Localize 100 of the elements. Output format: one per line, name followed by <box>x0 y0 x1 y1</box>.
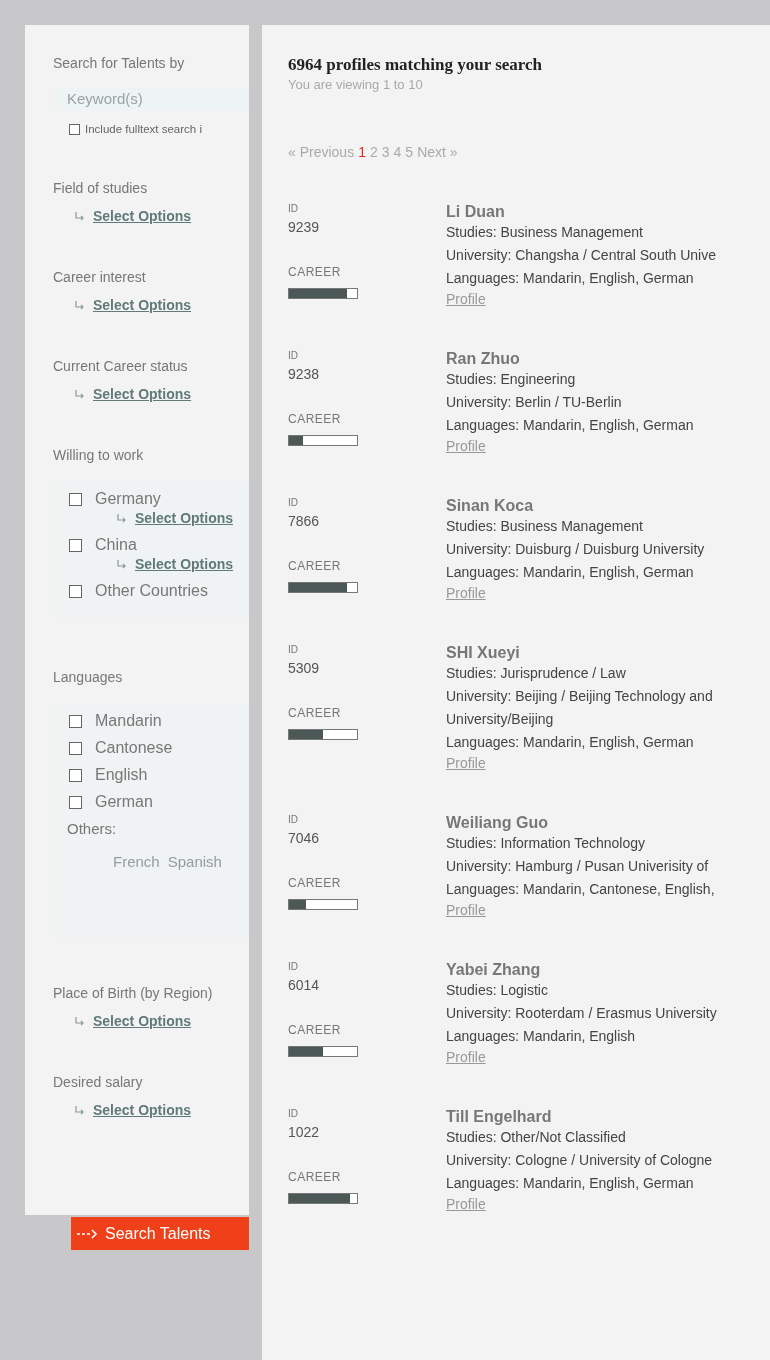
page-link[interactable]: 2 <box>369 144 378 160</box>
profile-detail: Languages: Mandarin, English, German <box>446 1174 695 1193</box>
page-link[interactable]: 5 <box>405 144 414 160</box>
section-label: Desired salary <box>53 1073 144 1091</box>
career-label: CAREER <box>288 1023 342 1037</box>
arrow-icon <box>75 1105 85 1115</box>
select-options-link[interactable]: Select Options <box>93 297 192 313</box>
id-label: ID <box>288 497 299 508</box>
arrow-icon <box>77 1228 99 1239</box>
profile-detail: Studies: Other/Not Classified <box>446 1128 627 1147</box>
checkbox-label: Other Countries <box>95 582 208 600</box>
profile-detail: University: Hamburg / Pusan Univerisity of <box>446 857 710 876</box>
checkbox-label: English <box>95 766 148 784</box>
profile-detail: University: Berlin / TU-Berlin <box>446 393 623 412</box>
profile-detail: Studies: Information Technology <box>446 834 646 853</box>
checkbox[interactable] <box>69 768 82 782</box>
arrow-icon <box>75 1016 85 1026</box>
profile-link[interactable]: Profile <box>446 755 486 771</box>
profile-name: SHI Xueyi <box>446 644 521 662</box>
next-link[interactable]: Next » <box>417 144 458 160</box>
id-label: ID <box>288 961 299 972</box>
profile-id: 6014 <box>288 977 321 993</box>
profile-name: Sinan Koca <box>446 497 535 515</box>
profile-detail: University/Beijing <box>446 710 555 729</box>
profile-detail: Studies: Logistic <box>446 981 549 1000</box>
checkbox[interactable] <box>69 123 80 135</box>
profile-detail: Studies: Business Management <box>446 223 644 242</box>
career-label: CAREER <box>288 559 342 573</box>
section-label: Field of studies <box>53 179 149 197</box>
profile-link[interactable]: Profile <box>446 585 486 601</box>
id-label: ID <box>288 350 299 361</box>
select-options-link[interactable]: Select Options <box>135 510 234 526</box>
page-link[interactable]: 1 <box>358 144 366 160</box>
profile-link[interactable]: Profile <box>446 1049 486 1065</box>
others-label: Others: <box>67 820 118 837</box>
id-label: ID <box>288 203 299 214</box>
profile-name: Li Duan <box>446 203 506 221</box>
id-label: ID <box>288 644 299 655</box>
page-link[interactable]: 4 <box>393 144 402 160</box>
search-talents-button[interactable]: Search Talents <box>71 1217 249 1250</box>
results-title: 6964 profiles matching your search <box>288 55 544 75</box>
results-count: You are viewing 1 to 10 <box>288 77 424 92</box>
arrow-icon <box>117 559 127 569</box>
profile-detail: Studies: Engineering <box>446 370 577 389</box>
previous-link[interactable]: « Previous <box>288 144 355 160</box>
profile-detail: Studies: Business Management <box>446 517 644 536</box>
checkbox[interactable] <box>69 584 82 598</box>
profile-id: 5309 <box>288 660 321 676</box>
arrow-icon <box>117 513 127 523</box>
select-options-link[interactable]: Select Options <box>93 208 192 224</box>
keyword-field[interactable]: Keyword(s) <box>53 87 249 110</box>
profile-name: Ran Zhuo <box>446 350 521 368</box>
profile-name: Till Engelhard <box>446 1108 553 1126</box>
arrow-icon <box>75 389 85 399</box>
checkbox[interactable] <box>69 492 82 506</box>
profile-name: Yabei Zhang <box>446 961 542 979</box>
checkbox[interactable] <box>69 538 82 552</box>
checkbox-label: Mandarin <box>95 712 162 730</box>
select-options-link[interactable]: Select Options <box>93 1102 192 1118</box>
language-option[interactable]: Spanish <box>167 853 222 870</box>
select-options-link[interactable]: Select Options <box>93 1013 192 1029</box>
career-label: CAREER <box>288 265 342 279</box>
profile-detail: Languages: Mandarin, English <box>446 1027 637 1046</box>
profile-detail: Studies: Jurisprudence / Law <box>446 664 627 683</box>
section-label: Languages <box>53 668 124 686</box>
section-label: Search for Talents by <box>53 54 186 72</box>
profile-detail: University: Beijing / Beijing Technology and <box>446 687 714 706</box>
arrow-icon <box>75 300 85 310</box>
select-options-link[interactable]: Select Options <box>93 386 192 402</box>
profile-detail: Languages: Mandarin, English, German <box>446 416 695 435</box>
checkbox-label: Cantonese <box>95 739 173 757</box>
profile-link[interactable]: Profile <box>446 1196 486 1212</box>
checkbox[interactable] <box>69 741 82 755</box>
career-label: CAREER <box>288 876 342 890</box>
section-label: Career interest <box>53 268 147 286</box>
profile-detail: Languages: Mandarin, Cantonese, English, <box>446 880 716 899</box>
career-label: CAREER <box>288 706 342 720</box>
profile-link[interactable]: Profile <box>446 902 486 918</box>
profile-link[interactable]: Profile <box>446 438 486 454</box>
checkbox-label: Germany <box>95 490 161 508</box>
career-label: CAREER <box>288 1170 342 1184</box>
select-options-link[interactable]: Select Options <box>135 556 234 572</box>
id-label: ID <box>288 814 299 825</box>
career-label: CAREER <box>288 412 342 426</box>
profile-id: 9238 <box>288 366 321 382</box>
profile-detail: University: Cologne / University of Cologne <box>446 1151 714 1170</box>
profile-detail: Languages: Mandarin, English, German <box>446 269 695 288</box>
checkbox[interactable] <box>69 795 82 809</box>
checkbox-label: German <box>95 793 153 811</box>
section-label: Current Career status <box>53 357 189 375</box>
profile-id: 7046 <box>288 830 321 846</box>
id-label: ID <box>288 1108 299 1119</box>
checkbox-label: Include fulltext search i <box>85 123 202 135</box>
profile-detail: University: Rooterdam / Erasmus University <box>446 1004 718 1023</box>
arrow-icon <box>75 211 85 221</box>
checkbox-label: China <box>95 536 137 554</box>
page-link[interactable]: 3 <box>381 144 390 160</box>
profile-link[interactable]: Profile <box>446 291 486 307</box>
checkbox[interactable] <box>69 714 82 728</box>
language-option[interactable]: French <box>113 853 160 870</box>
